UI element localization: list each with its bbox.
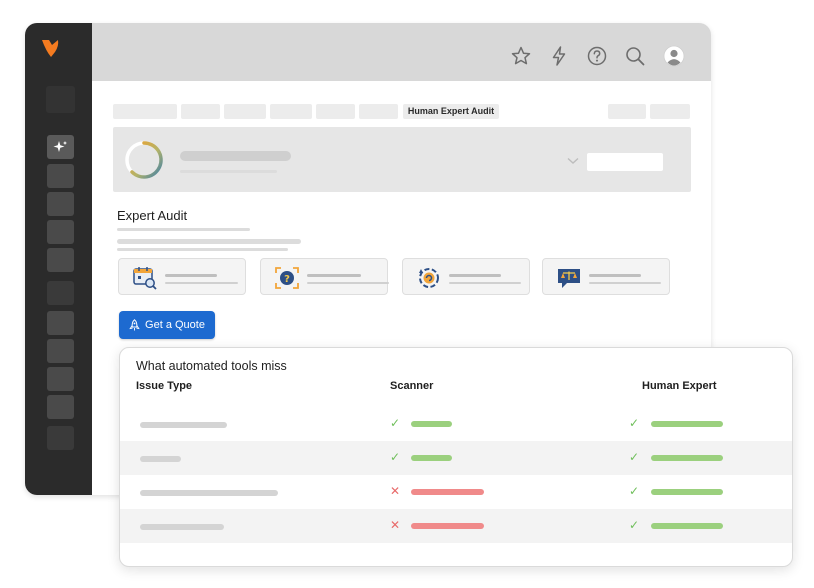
breadcrumb-action[interactable] (650, 104, 690, 119)
issue-placeholder (140, 456, 181, 462)
card-text-placeholder (165, 282, 238, 284)
rocket-icon (129, 319, 140, 331)
table-row: ✕ ✓ (120, 509, 792, 543)
card-text-placeholder (589, 282, 661, 284)
card-text-placeholder (307, 282, 389, 284)
breadcrumb-item[interactable] (113, 104, 177, 119)
check-icon: ✓ (629, 518, 640, 532)
table-row: ✓ ✓ (120, 441, 792, 475)
sidebar-item[interactable] (47, 339, 74, 363)
progress-ring-icon (125, 141, 163, 179)
issue-placeholder (140, 490, 278, 496)
score-title-placeholder (180, 151, 291, 161)
issue-placeholder (140, 524, 224, 530)
scanner-result-bar (411, 455, 452, 461)
breadcrumb-action[interactable] (608, 104, 646, 119)
sidebar-item[interactable] (47, 192, 74, 216)
top-toolbar (92, 23, 711, 81)
card-title-placeholder (165, 274, 217, 277)
star-icon[interactable] (510, 45, 532, 67)
sidebar-item[interactable] (47, 367, 74, 391)
svg-text:?: ? (284, 274, 290, 285)
text-placeholder (117, 228, 250, 231)
user-avatar-icon[interactable] (663, 45, 685, 67)
sidebar-item[interactable] (47, 164, 74, 188)
column-header-scanner: Scanner (390, 380, 434, 392)
feature-card[interactable] (118, 258, 246, 295)
sidebar-divider (46, 86, 75, 113)
scanner-result-bar (411, 489, 484, 495)
cross-icon: ✕ (390, 518, 401, 532)
sidebar-item[interactable] (47, 395, 74, 419)
gear-refresh-icon (419, 268, 439, 288)
sidebar-item-active[interactable] (47, 135, 74, 159)
text-placeholder (117, 248, 288, 251)
typo3-logo-icon (42, 40, 59, 57)
sidebar-item[interactable] (47, 311, 74, 335)
sidebar-item[interactable] (47, 426, 74, 450)
feature-card[interactable] (402, 258, 530, 295)
get-quote-button[interactable]: Get a Quote (119, 311, 215, 339)
breadcrumb-item[interactable] (359, 104, 398, 119)
sidebar (25, 23, 92, 495)
sparkle-icon (53, 141, 67, 152)
table-row: ✓ ✓ (120, 407, 792, 441)
card-title-placeholder (589, 274, 641, 277)
card-title-placeholder (307, 274, 361, 277)
breadcrumb-item[interactable] (224, 104, 266, 119)
text-placeholder (117, 239, 301, 244)
breadcrumb-item[interactable] (316, 104, 355, 119)
comparison-table: What automated tools miss Issue Type Sca… (119, 347, 793, 567)
comparison-title: What automated tools miss (136, 359, 287, 373)
help-icon[interactable] (586, 45, 608, 67)
scanner-result-bar (411, 421, 452, 427)
card-text-placeholder (449, 282, 521, 284)
expert-result-bar (651, 421, 723, 427)
score-subtitle-placeholder (180, 170, 277, 173)
expert-result-bar (651, 489, 723, 495)
check-icon: ✓ (390, 416, 401, 430)
section-title: Expert Audit (117, 208, 188, 223)
bolt-icon[interactable] (548, 45, 570, 67)
search-icon[interactable] (624, 45, 646, 67)
scan-question-icon: ? (275, 267, 299, 289)
column-header-expert: Human Expert (642, 380, 717, 392)
scanner-result-bar (411, 523, 484, 529)
issue-placeholder (140, 422, 227, 428)
check-icon: ✓ (629, 450, 640, 464)
chevron-down-icon[interactable] (567, 157, 579, 165)
panel-action-button[interactable] (587, 153, 663, 171)
breadcrumb-item[interactable] (181, 104, 220, 119)
sidebar-item[interactable] (47, 248, 74, 272)
get-quote-label: Get a Quote (145, 319, 205, 331)
score-panel (113, 127, 691, 192)
feature-card[interactable]: ? (260, 258, 389, 295)
breadcrumb-item[interactable] (270, 104, 312, 119)
check-icon: ✓ (629, 484, 640, 498)
breadcrumb-active[interactable]: Human Expert Audit (403, 104, 499, 119)
calendar-search-icon (133, 267, 157, 290)
card-title-placeholder (449, 274, 501, 277)
sidebar-item[interactable] (47, 220, 74, 244)
scales-chat-icon (558, 269, 580, 288)
sidebar-item[interactable] (47, 281, 74, 305)
feature-card[interactable] (542, 258, 670, 295)
expert-result-bar (651, 523, 723, 529)
column-header-issue: Issue Type (136, 380, 193, 392)
expert-result-bar (651, 455, 723, 461)
cross-icon: ✕ (390, 484, 401, 498)
check-icon: ✓ (390, 450, 401, 464)
check-icon: ✓ (629, 416, 640, 430)
table-row: ✕ ✓ (120, 475, 792, 509)
